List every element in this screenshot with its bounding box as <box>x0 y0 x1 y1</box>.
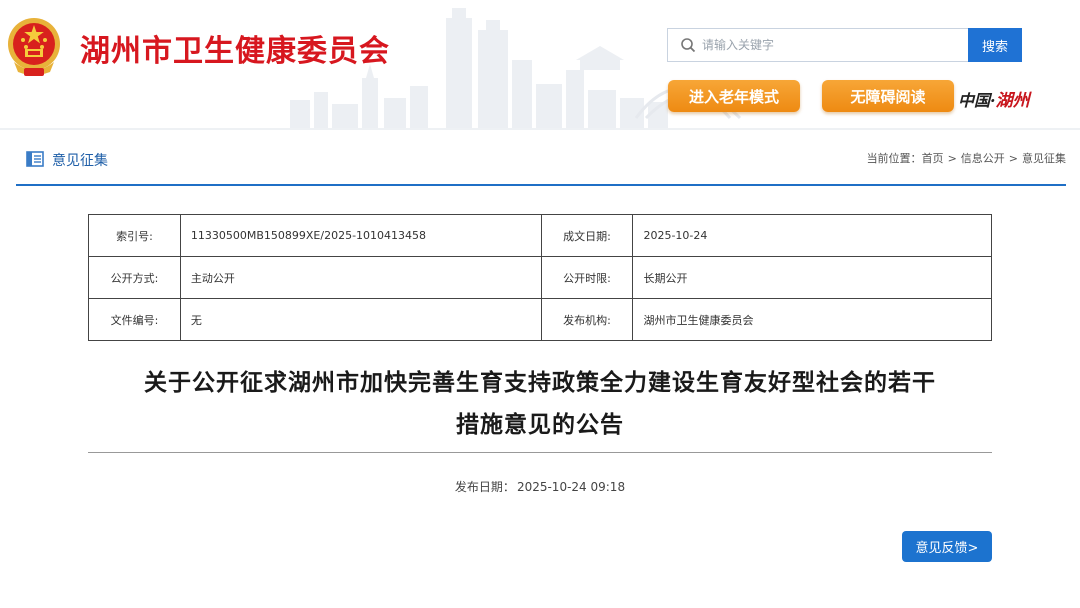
meta-value: 湖州市卫生健康委员会 <box>632 298 992 341</box>
meta-key: 文件编号: <box>88 298 181 341</box>
emblem-icon <box>8 18 60 76</box>
article-title: 关于公开征求湖州市加快完善生育支持政策全力建设生育友好型社会的若干 措施意见的公… <box>88 362 992 446</box>
publish-date-value: 2025-10-24 09:18 <box>516 480 626 494</box>
search-box <box>667 28 969 62</box>
elder-mode-button[interactable]: 进入老年模式 <box>668 80 800 112</box>
brand-text-part1: 中国· <box>958 91 996 110</box>
document-meta-table: 索引号: 11330500MB150899XE/2025-1010413458 … <box>88 214 992 341</box>
meta-key: 公开时限: <box>540 256 634 299</box>
site-title: 湖州市卫生健康委员会 <box>80 34 390 69</box>
breadcrumb-home[interactable]: 首页 <box>922 152 944 165</box>
meta-value: 2025-10-24 <box>632 214 992 257</box>
section-title: 意见征集 <box>52 153 108 169</box>
divider <box>88 452 992 453</box>
section-header: 意见征集 当前位置：首页 > 信息公开 > 意见征集 <box>16 132 1066 186</box>
breadcrumb: 当前位置：首页 > 信息公开 > 意见征集 <box>867 150 1066 166</box>
publish-date-label: 发布日期： <box>454 480 515 494</box>
meta-key: 索引号: <box>88 214 181 257</box>
feedback-button[interactable]: 意见反馈> <box>902 531 992 562</box>
meta-key: 发布机构: <box>540 298 634 341</box>
site-header: 湖州市卫生健康委员会 搜索 进入老年模式 无障碍阅读 中国·湖州 <box>0 0 1080 130</box>
table-row: 公开方式: 主动公开 公开时限: 长期公开 <box>88 256 992 299</box>
search-input[interactable] <box>702 38 962 52</box>
table-row: 文件编号: 无 发布机构: 湖州市卫生健康委员会 <box>88 298 992 341</box>
breadcrumb-opinion[interactable]: 意见征集 <box>1022 152 1066 165</box>
meta-key: 公开方式: <box>88 256 181 299</box>
meta-value: 11330500MB150899XE/2025-1010413458 <box>179 214 542 257</box>
accessible-reading-button[interactable]: 无障碍阅读 <box>822 80 954 112</box>
search-button[interactable]: 搜索 <box>968 28 1022 62</box>
table-row: 索引号: 11330500MB150899XE/2025-1010413458 … <box>88 214 992 257</box>
breadcrumb-info-public[interactable]: 信息公开 <box>961 152 1005 165</box>
article-title-line-2: 措施意见的公告 <box>456 412 624 438</box>
breadcrumb-separator: > <box>1008 152 1018 165</box>
brand-logo: 中国·湖州 <box>958 86 1030 111</box>
meta-value: 主动公开 <box>179 256 542 299</box>
breadcrumb-separator: > <box>947 152 957 165</box>
meta-value: 无 <box>179 298 542 341</box>
breadcrumb-prefix: 当前位置： <box>866 152 922 165</box>
publish-date: 发布日期： 2025-10-24 09:18 <box>88 478 992 495</box>
document-icon <box>26 151 44 167</box>
meta-key: 成文日期: <box>540 214 634 257</box>
search-icon <box>681 38 696 53</box>
article-title-line-1: 关于公开征求湖州市加快完善生育支持政策全力建设生育友好型社会的若干 <box>144 370 936 396</box>
meta-value: 长期公开 <box>632 256 992 299</box>
brand-text-part2: 湖州 <box>995 91 1030 111</box>
